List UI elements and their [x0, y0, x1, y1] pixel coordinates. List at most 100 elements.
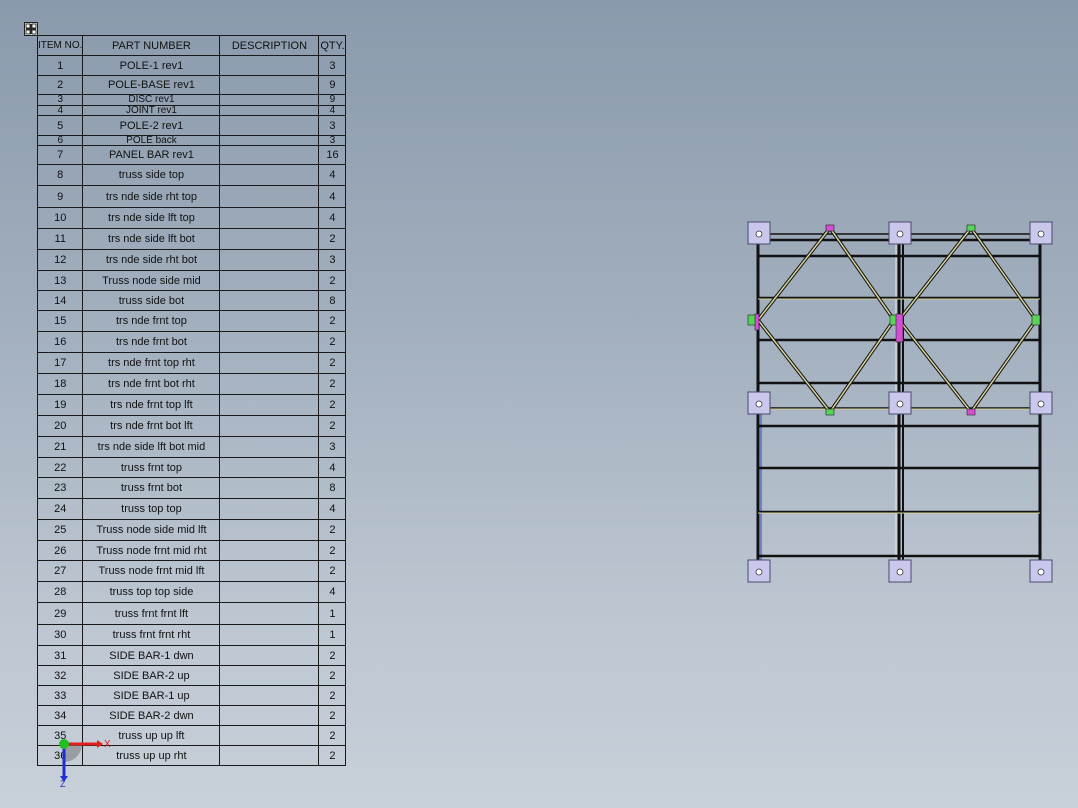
table-row[interactable]: 32 SIDE BAR-2 up 2: [36, 665, 347, 686]
item-number-cell: 32: [36, 665, 84, 686]
quantity-cell: 2: [318, 705, 347, 726]
description-cell: [219, 207, 320, 229]
description-cell: [219, 185, 320, 208]
part-number-cell: Truss node side mid lft: [82, 519, 221, 541]
quantity-cell: 2: [318, 540, 347, 561]
description-cell: [219, 55, 320, 76]
table-row[interactable]: 31 SIDE BAR-1 dwn 2: [36, 645, 347, 666]
description-cell: [219, 164, 320, 186]
part-number-cell: SIDE BAR-1 dwn: [82, 645, 221, 666]
table-row[interactable]: 4 JOINT rev1 4: [36, 105, 347, 116]
item-number-cell: 20: [36, 415, 84, 437]
frame-assembly-model-view[interactable]: [744, 220, 1056, 590]
pole-disc: [1037, 400, 1045, 408]
table-row[interactable]: 3 DISC rev1 9: [36, 94, 347, 106]
table-row[interactable]: 18 trs nde frnt bot rht 2: [36, 373, 347, 395]
part-number-cell: POLE back: [82, 135, 221, 146]
description-cell: [219, 135, 320, 146]
item-number-cell: 7: [36, 145, 84, 165]
quantity-cell: 3: [318, 55, 347, 76]
table-row[interactable]: 33 SIDE BAR-1 up 2: [36, 685, 347, 706]
table-row[interactable]: 1 POLE-1 rev1 3: [36, 55, 347, 76]
table-row[interactable]: 7 PANEL BAR rev1 16: [36, 145, 347, 165]
table-row[interactable]: 15 trs nde frnt top 2: [36, 310, 347, 332]
item-number-cell: 16: [36, 331, 84, 353]
table-row[interactable]: 22 truss frnt top 4: [36, 457, 347, 478]
table-row[interactable]: 11 trs nde side lft bot 2: [36, 228, 347, 250]
x-axis-arrowhead: [97, 740, 103, 748]
item-number-cell: 1: [36, 55, 84, 76]
table-row[interactable]: 34 SIDE BAR-2 dwn 2: [36, 705, 347, 726]
pole-disc: [755, 400, 763, 408]
bom-header-row: ITEM NO. PART NUMBER DESCRIPTION QTY.: [36, 35, 347, 56]
part-number-cell: POLE-2 rev1: [82, 115, 221, 136]
table-row[interactable]: 30 truss frnt frnt rht 1: [36, 624, 347, 646]
table-row[interactable]: 20 trs nde frnt bot lft 2: [36, 415, 347, 437]
table-row[interactable]: 28 truss top top side 4: [36, 581, 347, 603]
description-cell: [219, 94, 320, 106]
table-row[interactable]: 27 Truss node frnt mid lft 2: [36, 560, 347, 582]
table-row[interactable]: 21 trs nde side lft bot mid 3: [36, 436, 347, 458]
item-number-cell: 23: [36, 477, 84, 499]
item-number-cell: 5: [36, 115, 84, 136]
table-row[interactable]: 24 truss top top 4: [36, 498, 347, 520]
description-cell: [219, 581, 320, 603]
y-axis-dot: [59, 739, 69, 749]
table-row[interactable]: 12 trs nde side rht bot 3: [36, 249, 347, 271]
description-cell: [219, 436, 320, 458]
item-number-cell: 31: [36, 645, 84, 666]
item-number-cell: 12: [36, 249, 84, 271]
item-number-cell: 17: [36, 352, 84, 374]
part-number-cell: truss top top: [82, 498, 221, 520]
table-row[interactable]: 8 truss side top 4: [36, 164, 347, 186]
table-row[interactable]: 5 POLE-2 rev1 3: [36, 115, 347, 136]
item-number-cell: 22: [36, 457, 84, 478]
item-number-cell: 34: [36, 705, 84, 726]
quantity-cell: 4: [318, 498, 347, 520]
table-row[interactable]: 23 truss frnt bot 8: [36, 477, 347, 499]
table-move-handle-icon[interactable]: [24, 22, 38, 36]
description-cell: [219, 310, 320, 332]
table-row[interactable]: 14 truss side bot 8: [36, 290, 347, 311]
quantity-cell: 4: [318, 164, 347, 186]
table-row[interactable]: 9 trs nde side rht top 4: [36, 185, 347, 208]
description-cell: [219, 75, 320, 95]
quantity-cell: 3: [318, 436, 347, 458]
table-row[interactable]: 13 Truss node side mid 2: [36, 270, 347, 291]
quantity-cell: 4: [318, 581, 347, 603]
pole-disc: [755, 568, 763, 576]
table-row[interactable]: 26 Truss node frnt mid rht 2: [36, 540, 347, 561]
table-row[interactable]: 17 trs nde frnt top rht 2: [36, 352, 347, 374]
table-row[interactable]: 25 Truss node side mid lft 2: [36, 519, 347, 541]
part-number-cell: POLE-BASE rev1: [82, 75, 221, 95]
item-number-cell: 11: [36, 228, 84, 250]
bill-of-materials-table[interactable]: ITEM NO. PART NUMBER DESCRIPTION QTY. 1P…: [36, 35, 347, 766]
quantity-cell: 1: [318, 602, 347, 625]
x-axis-label: X: [104, 739, 111, 750]
item-number-cell: 9: [36, 185, 84, 208]
part-number-cell: truss frnt bot: [82, 477, 221, 499]
table-row[interactable]: 19 trs nde frnt top lft 2: [36, 394, 347, 416]
table-row[interactable]: 10 trs nde side lft top 4: [36, 207, 347, 229]
table-row[interactable]: 6 POLE back 3: [36, 135, 347, 146]
quantity-cell: 2: [318, 373, 347, 395]
table-row[interactable]: 2 POLE-BASE rev1 9: [36, 75, 347, 95]
description-cell: [219, 725, 320, 746]
quantity-cell: 16: [318, 145, 347, 165]
part-number-cell: trs nde side lft bot mid: [82, 436, 221, 458]
part-number-cell: Truss node side mid: [82, 270, 221, 291]
item-number-cell: 6: [36, 135, 84, 146]
part-number-cell: trs nde side lft bot: [82, 228, 221, 250]
table-row[interactable]: 16 trs nde frnt bot 2: [36, 331, 347, 353]
part-number-cell: truss frnt top: [82, 457, 221, 478]
description-cell: [219, 745, 320, 766]
description-cell: [219, 105, 320, 116]
part-number-cell: JOINT rev1: [82, 105, 221, 116]
truss-node: [825, 224, 835, 232]
part-number-cell: Truss node frnt mid lft: [82, 560, 221, 582]
joint: [895, 313, 904, 343]
item-number-cell: 13: [36, 270, 84, 291]
quantity-cell: 4: [318, 185, 347, 208]
table-row[interactable]: 29 truss frnt frnt lft 1: [36, 602, 347, 625]
quantity-cell: 8: [318, 477, 347, 499]
